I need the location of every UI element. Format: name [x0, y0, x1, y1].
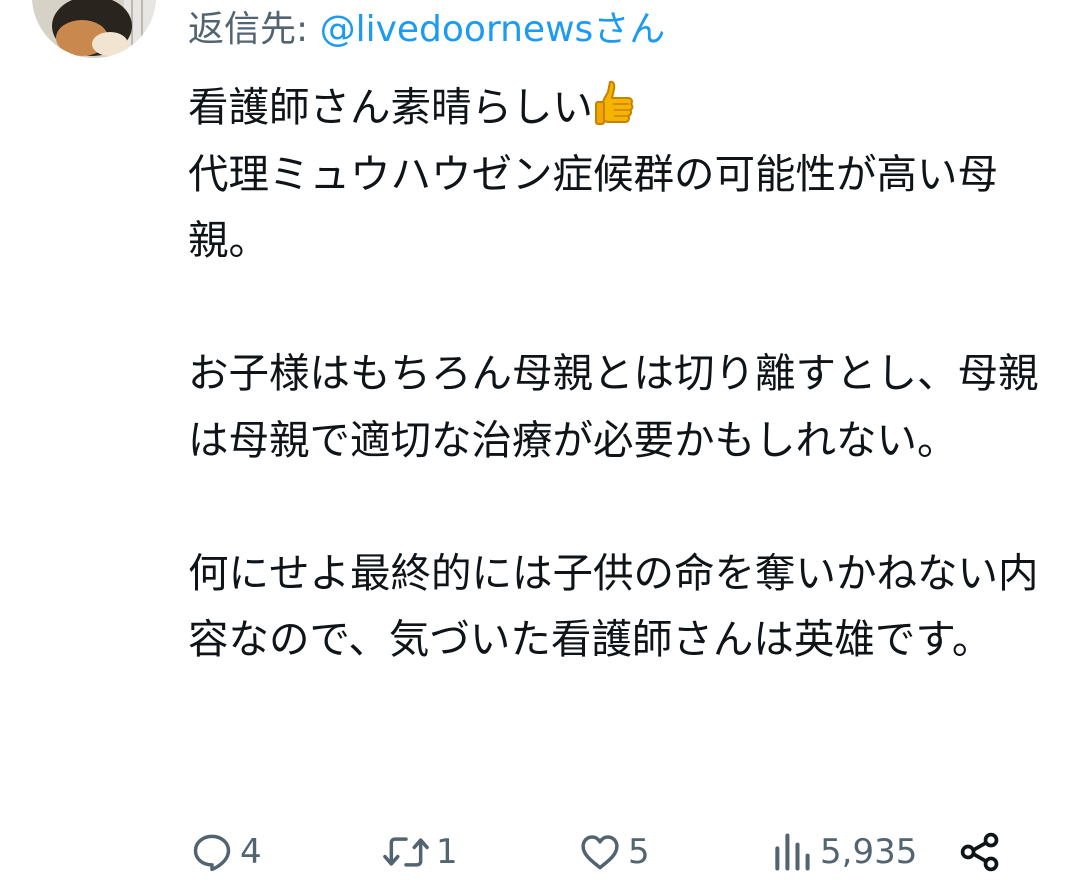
reply-context: 返信先: @livedoornewsさん: [188, 6, 665, 54]
tweet-line: 看護師さん素晴らしい: [188, 83, 593, 131]
reply-count: 4: [240, 832, 262, 872]
tweet-paragraph: 看護師さん素晴らしい 代理ミュウハウゼン症候群の可能性が高い母親。: [188, 74, 1048, 274]
like-count: 5: [628, 832, 650, 872]
tweet-paragraph: 何にせよ最終的には子供の命を奪いかねない内容なので、気づいた看護師さんは英雄です…: [188, 540, 1048, 673]
reply-handle-link[interactable]: @livedoornewsさん: [320, 9, 666, 50]
like-button[interactable]: 5: [578, 822, 650, 882]
avatar[interactable]: [32, 0, 156, 58]
thumbs-up-icon: [595, 79, 635, 131]
retweet-icon: [383, 837, 429, 867]
reply-prefix: 返信先:: [188, 9, 320, 50]
bar-chart-icon: [775, 833, 810, 871]
views-count: 5,935: [820, 832, 918, 872]
tweet-paragraph: お子様はもちろん母親とは切り離すとし、母親は母親で適切な治療が必要かもしれない。: [188, 340, 1048, 473]
heart-icon: [581, 835, 619, 870]
share-icon: [960, 832, 999, 872]
tweet-line: 代理ミュウハウゼン症候群の可能性が高い母親。: [188, 149, 998, 265]
tweet-action-bar: 4 1 5 5,935: [0, 822, 1080, 882]
reply-icon: [193, 834, 231, 872]
tweet-text: 看護師さん素晴らしい 代理ミュウハウゼン症候群の可能性が高い母親。 お子様はもち…: [188, 74, 1048, 673]
views-button[interactable]: 5,935: [770, 822, 917, 882]
tweet-line: お子様はもちろん母親とは切り離すとし、母親は母親で適切な治療が必要かもしれない。: [188, 349, 1039, 464]
tweet-line: 何にせよ最終的には子供の命を奪いかねない内容なので、気づいた看護師さんは英雄です…: [188, 548, 1039, 664]
retweet-count: 1: [436, 832, 458, 872]
reply-button[interactable]: 4: [190, 822, 262, 882]
share-button[interactable]: [958, 822, 1002, 882]
retweet-button[interactable]: 1: [382, 822, 458, 882]
